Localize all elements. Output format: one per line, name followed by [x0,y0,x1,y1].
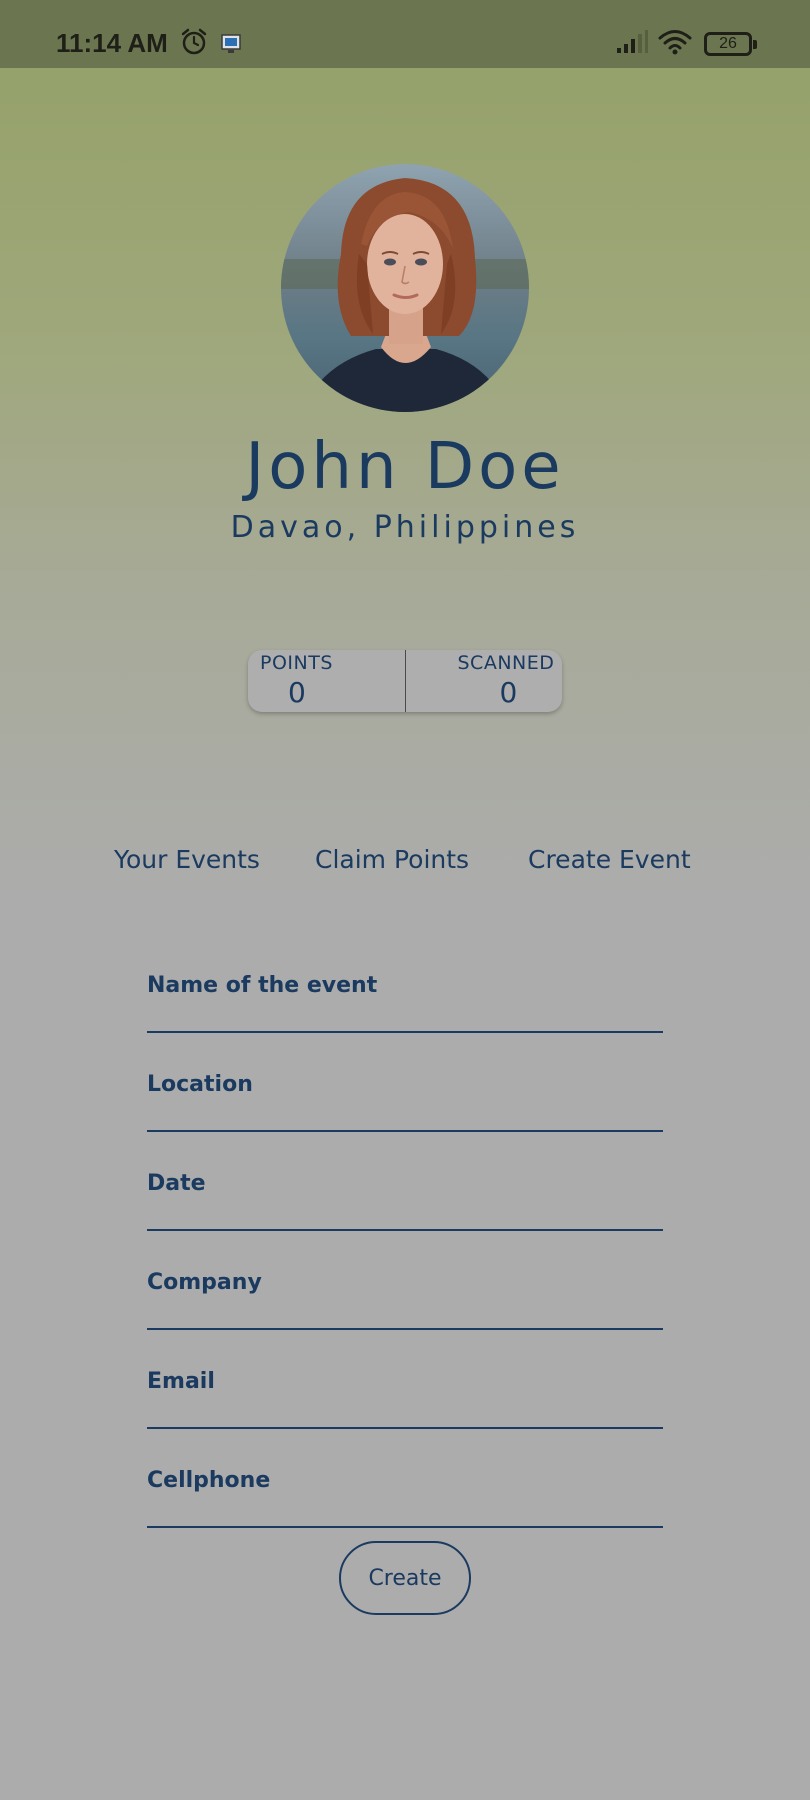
points-value: 0 [288,676,306,709]
alarm-icon [180,28,208,60]
scanned-value: 0 [499,676,518,709]
company-field[interactable]: Company [147,1270,663,1330]
profile-name: John Doe [245,430,565,504]
points-label: POINTS [260,652,333,674]
scanned-stat: SCANNED 0 [404,650,563,712]
points-stat: POINTS 0 [248,650,405,712]
stats-card: POINTS 0 SCANNED 0 [248,650,562,712]
create-button[interactable]: Create [339,1541,471,1615]
scanned-label: SCANNED [457,652,555,674]
email-label: Email [147,1369,215,1394]
date-label: Date [147,1171,206,1196]
tab-bar: Your Events Claim Points Create Event [0,845,810,885]
event-name-input[interactable] [147,1003,663,1029]
battery-icon: 26 [704,32,757,56]
location-field[interactable]: Location [147,1072,663,1132]
event-name-field[interactable]: Name of the event [147,973,663,1033]
cellphone-label: Cellphone [147,1468,271,1493]
email-input[interactable] [147,1399,663,1425]
signal-icon [616,30,648,58]
event-name-label: Name of the event [147,973,378,998]
date-input[interactable] [147,1201,663,1227]
cellphone-field[interactable]: Cellphone [147,1468,663,1528]
company-input[interactable] [147,1300,663,1326]
screen-icon [221,34,241,58]
status-bar: 11:14 AM 26 [0,0,810,68]
tab-your-events[interactable]: Your Events [114,845,260,874]
location-input[interactable] [147,1102,663,1128]
status-time: 11:14 AM [56,28,168,58]
tab-claim-points[interactable]: Claim Points [315,845,469,874]
avatar[interactable] [281,164,529,412]
date-field[interactable]: Date [147,1171,663,1231]
battery-level: 26 [719,35,737,52]
profile-location: Davao, Philippines [230,510,580,545]
tab-create-event[interactable]: Create Event [528,845,691,874]
email-field[interactable]: Email [147,1369,663,1429]
location-label: Location [147,1072,253,1097]
cellphone-input[interactable] [147,1498,663,1524]
wifi-icon [658,28,692,60]
company-label: Company [147,1270,262,1295]
